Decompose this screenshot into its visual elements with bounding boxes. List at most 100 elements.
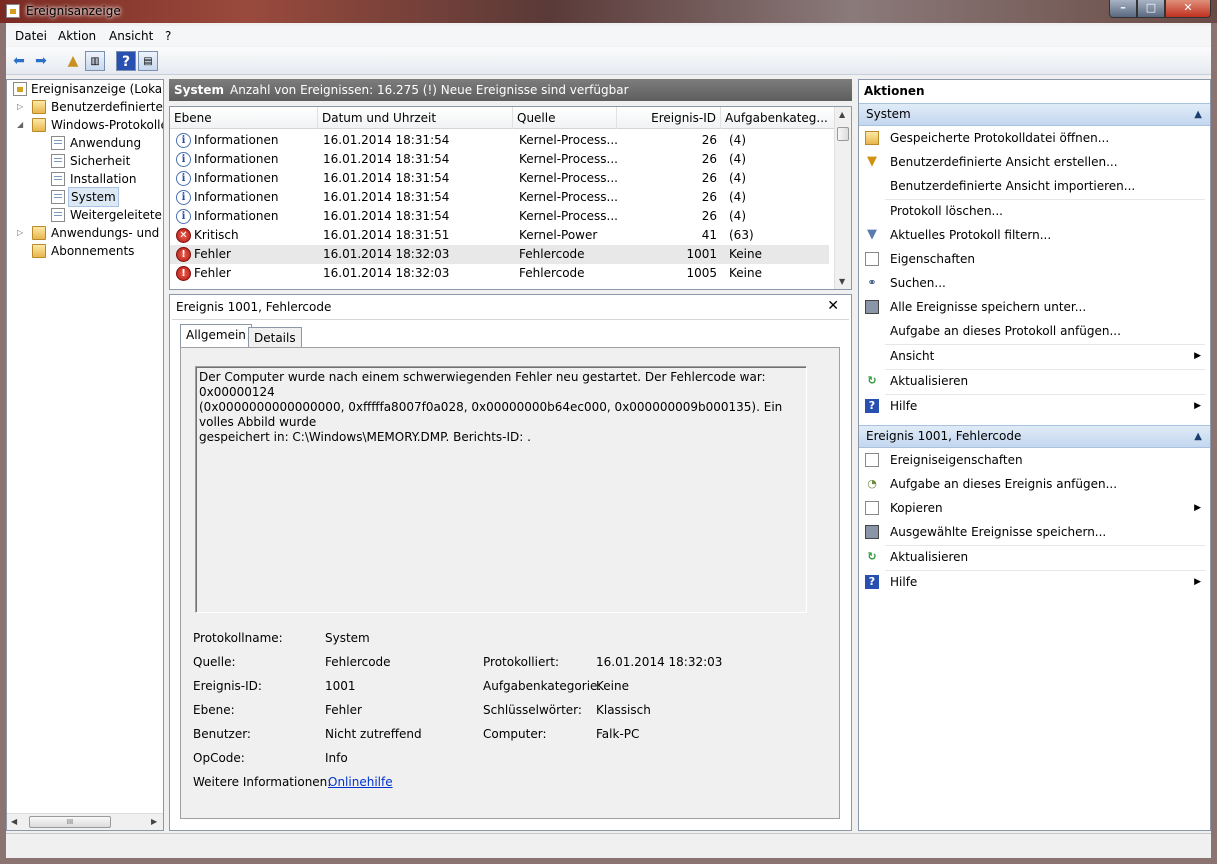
tab-allgemein[interactable]: Allgemein <box>180 324 252 348</box>
help-icon: ? <box>865 399 879 413</box>
event-viewer-icon <box>6 4 20 18</box>
window-title: Ereignisanzeige <box>26 4 121 18</box>
column-ebene[interactable]: Ebene <box>170 107 318 129</box>
column-ereignis-id[interactable]: Ereignis-ID <box>617 107 721 129</box>
event-description[interactable]: Der Computer wurde nach einem schwerwieg… <box>195 366 807 613</box>
table-row[interactable]: ! Fehler 16.01.2014 18:32:03 Fehlercode 1001… <box>170 245 829 264</box>
cell-source: Kernel-Process... <box>519 171 617 185</box>
actions-section-event[interactable]: Ereignis 1001, Fehlercode ▲ <box>859 425 1210 448</box>
action-refresh[interactable]: ↻ Aktualisieren <box>859 369 1210 393</box>
action-clear-log[interactable]: Protokoll löschen... <box>859 199 1210 223</box>
help-icon: ? <box>865 575 879 589</box>
actions-title: Aktionen <box>864 84 925 98</box>
submenu-arrow-icon: ▶ <box>1194 577 1201 587</box>
cell-date: 16.01.2014 18:31:54 <box>323 133 450 147</box>
show-hide-tree-icon[interactable]: ▥ <box>85 51 105 71</box>
cell-level: Fehler <box>194 266 231 280</box>
tab-details[interactable]: Details <box>248 327 302 349</box>
action-attach-task-log[interactable]: Aufgabe an dieses Protokoll anfügen... <box>859 319 1210 343</box>
table-row[interactable]: i Informationen 16.01.2014 18:31:54 Kernel-… <box>170 131 829 150</box>
table-row[interactable]: i Informationen 16.01.2014 18:31:54 Kernel-… <box>170 207 829 226</box>
event-detail-pane: Ereignis 1001, Fehlercode ✕ Allgemein De… <box>169 294 852 831</box>
label-computer: Computer: <box>483 727 547 741</box>
online-help-link[interactable]: Onlinehilfe <box>328 775 393 789</box>
event-list-scrollbar[interactable]: ▲ ▼ <box>834 107 851 289</box>
menu-help[interactable]: ? <box>165 29 171 43</box>
filter-icon: ▼ <box>867 154 877 169</box>
cell-date: 16.01.2014 18:31:54 <box>323 209 450 223</box>
subscriptions-icon <box>32 244 46 258</box>
cell-source: Kernel-Process... <box>519 152 617 166</box>
collapse-icon[interactable]: ▲ <box>1194 104 1202 125</box>
expand-icon[interactable]: ▷ <box>17 98 27 116</box>
show-hide-actions-icon[interactable]: ▤ <box>138 51 158 71</box>
value-level: Fehler <box>325 703 362 717</box>
table-row[interactable]: i Informationen 16.01.2014 18:31:54 Kernel-… <box>170 150 829 169</box>
folder-icon <box>32 226 46 240</box>
action-save-all-events[interactable]: Alle Ereignisse speichern unter... <box>859 295 1210 319</box>
error-icon: ! <box>176 266 191 281</box>
cell-event-id: 1001 <box>686 247 717 261</box>
value-source: Fehlercode <box>325 655 391 669</box>
value-task-category: Keine <box>596 679 629 693</box>
column-quelle[interactable]: Quelle <box>513 107 617 129</box>
up-folder-icon[interactable]: ▲ <box>63 51 83 71</box>
table-row[interactable]: i Informationen 16.01.2014 18:31:54 Kernel-… <box>170 188 829 207</box>
action-open-saved-log[interactable]: Gespeicherte Protokolldatei öffnen... <box>859 126 1210 150</box>
value-computer: Falk-PC <box>596 727 640 741</box>
action-view[interactable]: Ansicht ▶ <box>859 344 1210 368</box>
action-filter-log[interactable]: ▼ Aktuelles Protokoll filtern... <box>859 223 1210 247</box>
scroll-left-icon[interactable]: ◀ <box>11 817 17 826</box>
action-refresh-event[interactable]: ↻ Aktualisieren <box>859 545 1210 569</box>
expand-icon[interactable]: ▷ <box>17 224 27 242</box>
tree-horizontal-scrollbar[interactable]: ◀ III ▶ <box>7 813 163 830</box>
column-datum[interactable]: Datum und Uhrzeit <box>318 107 513 129</box>
action-help[interactable]: ? Hilfe ▶ <box>859 394 1210 418</box>
cell-category: (4) <box>729 171 746 185</box>
info-icon: i <box>176 152 191 167</box>
table-row[interactable]: ! Fehler 16.01.2014 18:32:03 Fehlercode 1005… <box>170 264 829 283</box>
filter-icon: ▼ <box>867 227 877 242</box>
cell-event-id: 1005 <box>686 266 717 280</box>
collapse-icon[interactable]: ◢ <box>17 116 27 134</box>
table-row[interactable]: ✕ Kritisch 16.01.2014 18:31:51 Kernel-Power… <box>170 226 829 245</box>
maximize-button[interactable]: □ <box>1137 0 1165 18</box>
table-row[interactable]: i Informationen 16.01.2014 18:31:54 Kernel-… <box>170 169 829 188</box>
menu-ansicht[interactable]: Ansicht <box>109 29 153 43</box>
scroll-thumb[interactable]: III <box>29 816 111 828</box>
action-save-selected-events[interactable]: Ausgewählte Ereignisse speichern... <box>859 520 1210 544</box>
cell-date: 16.01.2014 18:31:54 <box>323 171 450 185</box>
cell-category: (4) <box>729 133 746 147</box>
action-attach-task-event[interactable]: ◔ Aufgabe an dieses Ereignis anfügen... <box>859 472 1210 496</box>
title-bar: Ereignisanzeige – □ ✕ <box>0 0 1217 23</box>
minimize-button[interactable]: – <box>1109 0 1137 18</box>
label-logged: Protokolliert: <box>483 655 560 669</box>
action-event-properties[interactable]: Ereigniseigenschaften <box>859 448 1210 472</box>
scroll-down-icon[interactable]: ▼ <box>839 277 845 286</box>
action-properties[interactable]: Eigenschaften <box>859 247 1210 271</box>
back-arrow-icon[interactable]: ⬅ <box>9 51 29 71</box>
menu-datei[interactable]: Datei <box>15 29 47 43</box>
action-import-custom-view[interactable]: Benutzerdefinierte Ansicht importieren..… <box>859 174 1210 198</box>
cell-category: (4) <box>729 209 746 223</box>
scroll-up-icon[interactable]: ▲ <box>839 110 845 119</box>
help-icon[interactable]: ? <box>116 51 136 71</box>
forward-arrow-icon[interactable]: ➡ <box>31 51 51 71</box>
actions-section-system[interactable]: System ▲ <box>859 103 1210 126</box>
toolbar: ⬅ ➡ ▲ ▥ ? ▤ <box>6 47 1211 75</box>
action-help-event[interactable]: ? Hilfe ▶ <box>859 570 1210 594</box>
scroll-right-icon[interactable]: ▶ <box>151 817 157 826</box>
action-copy[interactable]: Kopieren ▶ <box>859 496 1210 520</box>
cell-source: Kernel-Process... <box>519 133 617 147</box>
action-find[interactable]: ⚭ Suchen... <box>859 271 1210 295</box>
close-button[interactable]: ✕ <box>1165 0 1211 18</box>
collapse-icon[interactable]: ▲ <box>1194 426 1202 447</box>
menu-aktion[interactable]: Aktion <box>58 29 96 43</box>
column-aufgabenkategorie[interactable]: Aufgabenkateg... <box>721 107 835 129</box>
action-create-custom-view[interactable]: ▼ Benutzerdefinierte Ansicht erstellen..… <box>859 150 1210 174</box>
scroll-thumb[interactable] <box>837 127 849 141</box>
label-more-info: Weitere Informationen: <box>193 775 332 789</box>
critical-icon: ✕ <box>176 228 191 243</box>
close-icon[interactable]: ✕ <box>827 298 839 314</box>
cell-category: (4) <box>729 190 746 204</box>
